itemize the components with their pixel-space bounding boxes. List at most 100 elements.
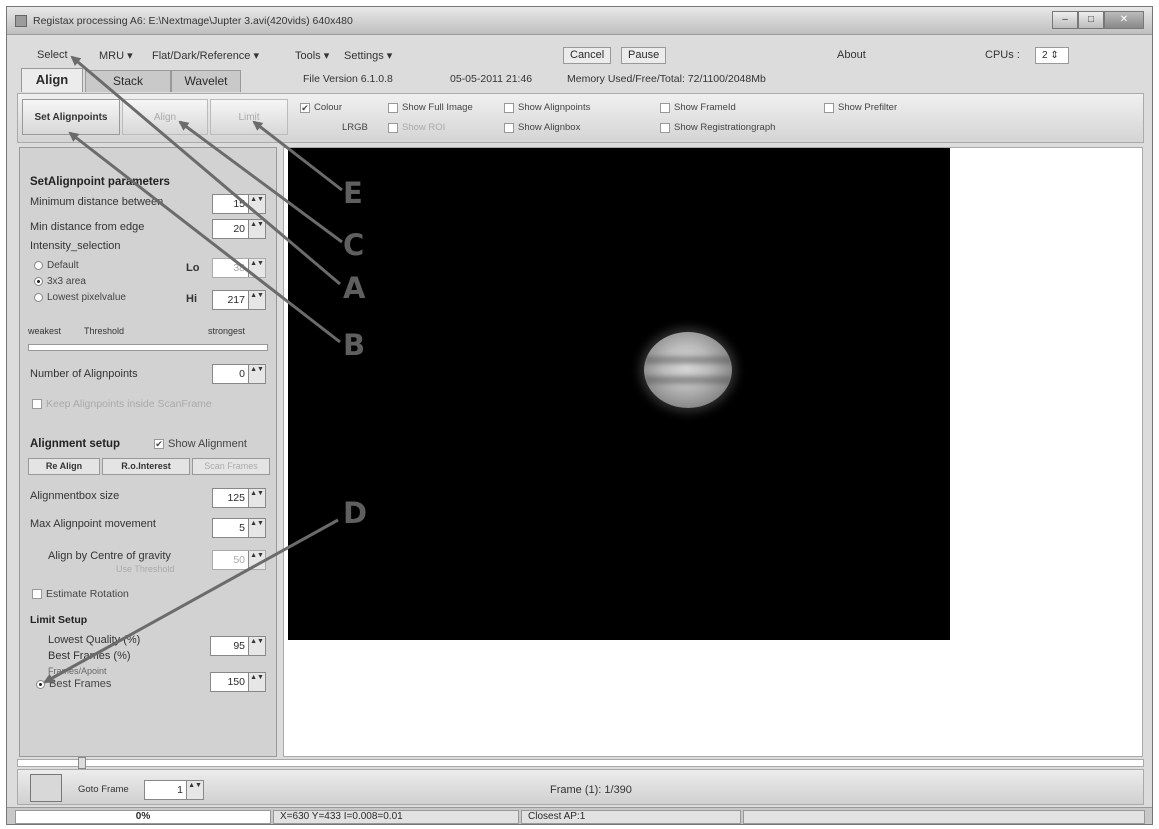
hi-spinner[interactable]: 217 ▲▼ xyxy=(212,290,266,310)
lo-label: Lo xyxy=(186,262,200,274)
colour-checkbox[interactable]: ✔ Colour xyxy=(300,102,342,113)
show-registration-graph-checkbox[interactable]: Show Registrationgraph xyxy=(660,122,775,133)
callout-a: A xyxy=(343,271,366,305)
frame-slider[interactable] xyxy=(17,757,1144,769)
threshold-label: Threshold xyxy=(84,326,125,336)
show-frameid-checkbox[interactable]: Show FrameId xyxy=(660,102,736,113)
minimize-button[interactable]: – xyxy=(1052,11,1078,29)
spin-arrows-icon[interactable]: ▲▼ xyxy=(248,220,265,238)
align-toolbar: Set Alignpoints Align Limit ✔ Colour LRGB… xyxy=(17,93,1144,143)
tab-align[interactable]: Align xyxy=(21,68,83,92)
re-align-button[interactable]: Re Align xyxy=(28,458,100,475)
menu-flat-dark-reference[interactable]: Flat/Dark/Reference ▾ xyxy=(152,49,259,62)
show-alignbox-checkbox[interactable]: Show Alignbox xyxy=(504,122,580,133)
radio-3x3-area[interactable]: 3x3 area xyxy=(34,276,86,287)
min-edge-spinner[interactable]: 20 ▲▼ xyxy=(212,219,266,239)
radio-best-frames[interactable]: Best Frames xyxy=(36,678,111,690)
intensity-selection-label: Intensity_selection xyxy=(30,240,121,252)
maximize-button[interactable]: □ xyxy=(1078,11,1104,29)
setalignpoint-params-header: SetAlignpoint parameters xyxy=(30,176,170,188)
cpus-spinner[interactable]: 2 ⇕ xyxy=(1035,47,1069,64)
frame-image[interactable] xyxy=(288,148,950,640)
num-alignpoints-spinner[interactable]: 0 ▲▼ xyxy=(212,364,266,384)
progress-bar: 0% xyxy=(15,810,271,824)
limit-button[interactable]: Limit xyxy=(210,99,288,135)
cursor-coords: X=630 Y=433 I=0.008=0.01 xyxy=(273,810,519,824)
pause-button[interactable]: Pause xyxy=(621,47,667,64)
close-button[interactable]: ✕ xyxy=(1104,11,1144,29)
file-version: File Version 6.1.0.8 xyxy=(303,73,393,85)
weakest-label: weakest xyxy=(28,326,62,336)
title-bar: Registax processing A6: E:\Nextmage\Jupt… xyxy=(7,7,1152,35)
spin-arrows-icon[interactable]: ▲▼ xyxy=(248,519,265,537)
show-prefilter-checkbox[interactable]: Show Prefilter xyxy=(824,102,897,113)
menu-mru[interactable]: MRU ▾ xyxy=(99,49,133,62)
set-alignpoints-button[interactable]: Set Alignpoints xyxy=(22,99,120,135)
frame-bar: Goto Frame 1 ▲▼ Frame (1): 1/390 xyxy=(17,769,1144,805)
goto-frame-spinner[interactable]: 1 ▲▼ xyxy=(144,780,204,800)
tab-wavelet[interactable]: Wavelet xyxy=(171,70,241,92)
spin-arrows-icon[interactable]: ▲▼ xyxy=(248,365,265,383)
lowest-quality-label: Lowest Quality (%) xyxy=(48,634,141,646)
show-alignment-checkbox[interactable]: ✔ Show Alignment xyxy=(154,438,247,450)
min-edge-label: Min distance from edge xyxy=(30,221,145,233)
spin-arrows-icon[interactable]: ▲▼ xyxy=(248,551,265,569)
limit-percent-spinner[interactable]: 95 ▲▼ xyxy=(210,636,266,656)
best-frames-pct-label: Best Frames (%) xyxy=(48,650,131,662)
lo-spinner[interactable]: 38 ▲▼ xyxy=(212,258,266,278)
status-empty-panel xyxy=(743,810,1145,824)
align-settings-panel: SetAlignpoint parameters Minimum distanc… xyxy=(19,147,277,757)
threshold-slider[interactable] xyxy=(28,344,268,351)
registax-window: Registax processing A6: E:\Nextmage\Jupt… xyxy=(6,6,1153,825)
callout-c: C xyxy=(343,228,365,262)
frame-slider-thumb[interactable] xyxy=(78,757,86,769)
spin-arrows-icon[interactable]: ▲▼ xyxy=(248,259,265,277)
spin-arrows-icon[interactable]: ▲▼ xyxy=(248,637,265,655)
best-frames-spinner[interactable]: 150 ▲▼ xyxy=(210,672,266,692)
num-alignpoints-label: Number of Alignpoints xyxy=(30,368,138,380)
tab-stack[interactable]: Stack xyxy=(85,70,171,92)
closest-ap: Closest AP:1 xyxy=(521,810,741,824)
app-icon xyxy=(15,15,27,27)
align-button[interactable]: Align xyxy=(122,99,208,135)
centre-of-gravity-label: Align by Centre of gravity xyxy=(48,550,171,562)
max-movement-label: Max Alignpoint movement xyxy=(30,518,156,530)
scan-frames-button[interactable]: Scan Frames xyxy=(192,458,270,475)
limit-setup-header: Limit Setup xyxy=(30,614,88,626)
menu-about[interactable]: About xyxy=(837,49,866,61)
min-distance-spinner[interactable]: 15 ▲▼ xyxy=(212,194,266,214)
show-roi-checkbox[interactable]: Show ROI xyxy=(388,122,445,133)
check-icon: ✔ xyxy=(300,102,310,113)
keep-alignpoints-checkbox[interactable]: Keep Alignpoints inside ScanFrame xyxy=(32,398,212,410)
cancel-button[interactable]: Cancel xyxy=(563,47,612,64)
spin-arrows-icon[interactable]: ▲▼ xyxy=(248,195,265,213)
callout-b: B xyxy=(343,328,366,362)
menu-select[interactable]: Select xyxy=(37,49,68,61)
use-threshold-label: Use Threshold xyxy=(116,564,175,574)
radio-default[interactable]: Default xyxy=(34,260,79,271)
show-full-image-checkbox[interactable]: Show Full Image xyxy=(388,102,473,113)
roi-button[interactable]: R.o.Interest xyxy=(102,458,190,475)
image-view[interactable] xyxy=(283,147,1143,757)
lrgb-option[interactable]: LRGB xyxy=(342,122,368,133)
callout-e: E xyxy=(343,176,363,210)
spin-arrows-icon[interactable]: ▲▼ xyxy=(248,489,265,507)
window-title: Registax processing A6: E:\Nextmage\Jupt… xyxy=(33,15,353,27)
jupiter-planet xyxy=(644,332,732,408)
menu-bar: Select MRU ▾ Flat/Dark/Reference ▾ Tools… xyxy=(7,45,1152,65)
centre-of-gravity-spinner[interactable]: 50 ▲▼ xyxy=(212,550,266,570)
status-bar: 0% X=630 Y=433 I=0.008=0.01 Closest AP:1 xyxy=(7,807,1152,824)
alignbox-size-spinner[interactable]: 125 ▲▼ xyxy=(212,488,266,508)
menu-tools[interactable]: Tools ▾ xyxy=(295,49,329,62)
max-movement-spinner[interactable]: 5 ▲▼ xyxy=(212,518,266,538)
strongest-label: strongest xyxy=(208,326,246,336)
estimate-rotation-checkbox[interactable]: Estimate Rotation xyxy=(32,588,129,600)
frame-counter: Frame (1): 1/390 xyxy=(550,784,632,796)
menu-settings[interactable]: Settings ▾ xyxy=(344,49,392,62)
radio-lowest-pixelvalue[interactable]: Lowest pixelvalue xyxy=(34,292,126,303)
alignbox-size-label: Alignmentbox size xyxy=(30,490,120,502)
spin-arrows-icon[interactable]: ▲▼ xyxy=(248,291,265,309)
spin-arrows-icon[interactable]: ▲▼ xyxy=(248,673,265,691)
spin-arrows-icon[interactable]: ▲▼ xyxy=(186,781,203,799)
show-alignpoints-checkbox[interactable]: Show Alignpoints xyxy=(504,102,590,113)
